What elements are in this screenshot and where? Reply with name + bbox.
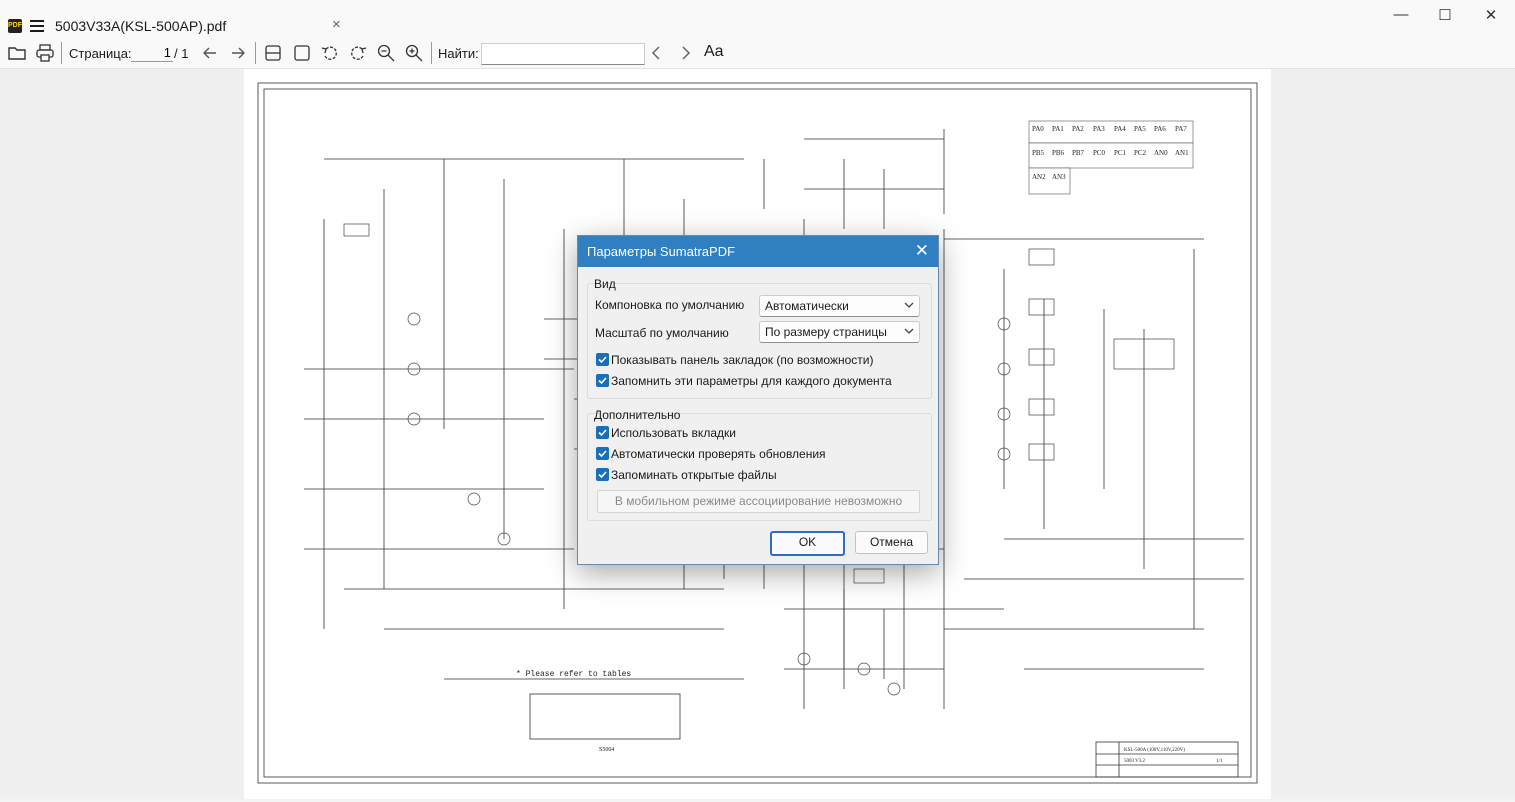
toolbar-separator xyxy=(61,42,62,64)
ports-cell: AN1 xyxy=(1175,149,1189,157)
print-icon[interactable] xyxy=(35,43,55,63)
checkmark-icon xyxy=(598,450,607,458)
ports-cell: PA4 xyxy=(1114,125,1126,133)
zoom-select-value: По размеру страницы xyxy=(765,325,887,339)
chevron-down-icon xyxy=(904,328,914,334)
associate-button-disabled: В мобильном режиме ассоциирование невозм… xyxy=(597,490,920,513)
match-case-icon[interactable]: Aa xyxy=(704,43,724,61)
remember-settings-checkbox[interactable] xyxy=(596,374,609,387)
ports-row-1: PA0 xyxy=(1032,125,1044,133)
check-updates-checkbox[interactable] xyxy=(596,447,609,460)
maximize-button[interactable]: ☐ xyxy=(1434,6,1456,26)
checkmark-icon xyxy=(598,356,607,364)
checkmark-icon xyxy=(598,429,607,437)
dialog-title-bar: Параметры SumatraPDF ✕ xyxy=(578,236,938,267)
next-page-icon[interactable] xyxy=(228,43,248,63)
show-bookmarks-label: Показывать панель закладок (по возможнос… xyxy=(611,353,874,367)
view-group-label: Вид xyxy=(594,277,616,291)
open-folder-icon[interactable] xyxy=(7,43,27,63)
page-total: / 1 xyxy=(174,46,189,61)
chevron-down-icon xyxy=(904,302,914,308)
page-number-input[interactable] xyxy=(131,43,173,62)
ports-cell: AN0 xyxy=(1154,149,1168,157)
fit-width-icon[interactable] xyxy=(292,43,312,63)
zoom-in-icon[interactable] xyxy=(404,43,424,63)
options-dialog: Параметры SumatraPDF ✕ Вид Компоновка по… xyxy=(577,235,939,565)
tab-title: 5003V33A(KSL-500AP).pdf xyxy=(55,18,227,34)
zoom-label: Масштаб по умолчанию xyxy=(595,326,729,340)
title-bar: PDF 5003V33A(KSL-500AP).pdf × — ☐ ✕ xyxy=(0,0,1515,38)
cancel-button[interactable]: Отмена xyxy=(855,531,928,554)
remember-settings-label: Запомнить эти параметры для каждого доку… xyxy=(611,374,892,388)
fit-page-icon[interactable] xyxy=(263,43,283,63)
toolbar-separator xyxy=(255,42,256,64)
close-window-button[interactable]: ✕ xyxy=(1480,6,1502,26)
dialog-title: Параметры SumatraPDF xyxy=(587,244,736,259)
title-block-drawing: 5003 V3.2 xyxy=(1124,759,1146,764)
refer-note: * Please refer to tables xyxy=(516,670,631,679)
page-label: Страница: xyxy=(69,46,132,61)
show-bookmarks-checkbox[interactable] xyxy=(596,353,609,366)
ports-cell: PB6 xyxy=(1052,149,1065,157)
find-label: Найти: xyxy=(438,46,479,61)
use-tabs-checkbox[interactable] xyxy=(596,426,609,439)
ports-cell: PB5 xyxy=(1032,149,1045,157)
check-updates-label: Автоматически проверять обновления xyxy=(611,447,826,461)
ports-cell: PC1 xyxy=(1114,149,1127,157)
app-icon: PDF xyxy=(8,19,22,33)
ports-cell: AN2 xyxy=(1032,173,1046,181)
toolbar: Страница: / 1 Найти: Aa xyxy=(0,38,1515,69)
ports-cell: PC2 xyxy=(1134,149,1147,157)
previous-page-icon[interactable] xyxy=(200,43,220,63)
ports-cell: PC0 xyxy=(1093,149,1106,157)
tab-close-icon[interactable]: × xyxy=(332,16,341,33)
block-label: S5004 xyxy=(599,747,614,753)
title-block-sheet: 1/1 xyxy=(1216,759,1223,764)
document-tab[interactable]: 5003V33A(KSL-500AP).pdf × xyxy=(52,16,352,38)
layout-select[interactable]: Автоматически xyxy=(759,295,920,317)
rotate-right-icon[interactable] xyxy=(348,43,368,63)
ports-cell: PA6 xyxy=(1154,125,1166,133)
menu-icon[interactable] xyxy=(30,20,44,32)
find-previous-icon[interactable] xyxy=(647,43,667,63)
ok-button[interactable]: OK xyxy=(770,531,845,556)
remember-files-checkbox[interactable] xyxy=(596,468,609,481)
zoom-select[interactable]: По размеру страницы xyxy=(759,321,920,343)
zoom-out-icon[interactable] xyxy=(376,43,396,63)
find-input[interactable] xyxy=(481,43,645,65)
layout-label: Компоновка по умолчанию xyxy=(595,298,745,312)
title-block-model: KSL-500A (100V,110V,220V) xyxy=(1124,748,1185,753)
remember-files-label: Запоминать открытые файлы xyxy=(611,468,777,482)
checkmark-icon xyxy=(598,471,607,479)
toolbar-separator xyxy=(431,42,432,64)
rotate-left-icon[interactable] xyxy=(320,43,340,63)
minimize-button[interactable]: — xyxy=(1390,6,1412,26)
ports-cell: PA1 xyxy=(1052,125,1064,133)
ports-cell: PA7 xyxy=(1175,125,1187,133)
checkmark-icon xyxy=(598,377,607,385)
ports-cell: PA2 xyxy=(1072,125,1084,133)
use-tabs-label: Использовать вкладки xyxy=(611,426,736,440)
advanced-group-label: Дополнительно xyxy=(594,408,681,422)
ports-cell: PB7 xyxy=(1072,149,1085,157)
find-next-icon[interactable] xyxy=(675,43,695,63)
layout-select-value: Автоматически xyxy=(765,299,849,313)
dialog-close-icon[interactable]: ✕ xyxy=(915,241,929,261)
ports-cell: PA5 xyxy=(1134,125,1146,133)
ports-cell: PA3 xyxy=(1093,125,1105,133)
ports-cell: AN3 xyxy=(1052,173,1066,181)
